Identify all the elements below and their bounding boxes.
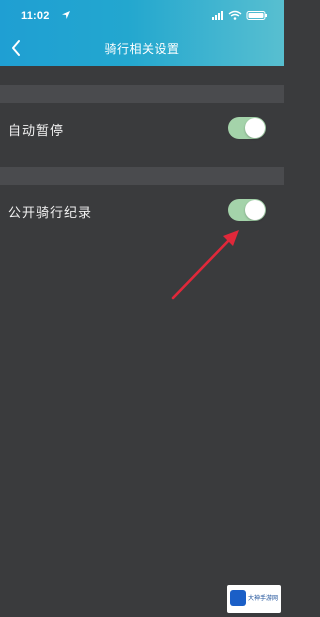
section-header-1 <box>0 85 284 103</box>
navigation-bar: 骑行相关设置 <box>0 30 284 66</box>
toggle-knob <box>245 200 265 220</box>
section-header-2 <box>0 167 284 185</box>
auto-pause-toggle[interactable] <box>228 117 266 139</box>
settings-list: 自动暂停 公开骑行纪录 <box>0 66 284 617</box>
battery-icon <box>246 11 267 20</box>
status-time: 11:02 <box>21 10 50 22</box>
watermark: 大神手游网 <box>227 585 281 613</box>
annotation-arrow-icon <box>171 230 239 300</box>
public-record-toggle[interactable] <box>228 199 266 221</box>
setting-label-public-record: 公开骑行纪录 <box>8 206 93 221</box>
status-bar: 11:02 <box>0 0 284 28</box>
setting-row-auto-pause: 自动暂停 <box>0 111 284 145</box>
cellular-signal-icon <box>212 11 223 20</box>
watermark-logo <box>230 590 246 606</box>
location-arrow-icon <box>62 11 70 19</box>
page-title: 骑行相关设置 <box>104 42 180 56</box>
status-icons <box>212 10 267 20</box>
wifi-icon <box>228 10 242 20</box>
toggle-knob <box>245 118 265 138</box>
watermark-text: 大神手游网 <box>248 595 279 602</box>
app-header: 11:02 骑行相关设置 <box>0 0 284 66</box>
setting-label-auto-pause: 自动暂停 <box>8 124 65 139</box>
